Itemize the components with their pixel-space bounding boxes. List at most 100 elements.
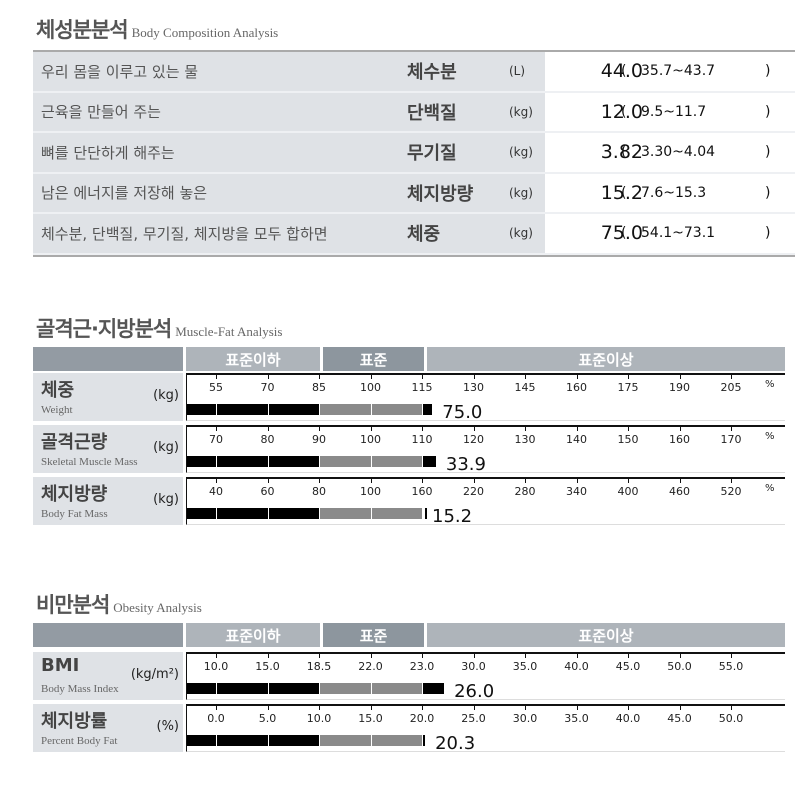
tick-mark	[679, 654, 681, 658]
tick-label: 20.0	[409, 712, 435, 725]
bar-row-label: 골격근량 Skeletal Muscle Mass (kg)	[33, 425, 183, 473]
tick-mark	[628, 427, 629, 431]
tick-mark	[628, 706, 629, 710]
tick-mark	[679, 375, 681, 379]
tick-mark	[628, 479, 629, 483]
tick-mark	[731, 479, 732, 483]
tick-mark	[473, 427, 475, 431]
tick-mark	[576, 654, 578, 658]
bar-segment-normal	[320, 735, 371, 746]
bar-row: 골격근량 Skeletal Muscle Mass (kg) 70 80 90 …	[33, 425, 785, 475]
tick-mark	[525, 654, 526, 658]
bar-segment-normal	[371, 404, 422, 415]
bar-segment-below	[268, 508, 319, 519]
tick-label: 22.0	[358, 660, 383, 673]
row-description: 뼈를 단단하게 해주는	[41, 143, 175, 162]
tick-label: 140	[566, 433, 587, 446]
tick-label: 220	[463, 485, 484, 498]
tick-mark	[731, 427, 732, 431]
bar-row: 체지방량 Body Fat Mass (kg) 40 60 80 100 160…	[33, 477, 785, 527]
tick-mark	[267, 479, 269, 483]
tick-label: 110	[411, 433, 433, 446]
row-unit: (kg)	[509, 104, 533, 119]
metric-unit: (kg)	[153, 440, 179, 455]
obesity-title: 비만분석 Obesity Analysis	[36, 593, 202, 617]
band-above-normal: 표준이상	[427, 347, 785, 371]
bar-segment-below	[268, 456, 319, 467]
metric-name-en: Body Fat Mass	[41, 508, 108, 520]
tick-label: 50.0	[718, 712, 744, 725]
tick-mark	[473, 706, 475, 710]
composition-row: 근육을 만들어 주는 단백질 (kg) 12.0 9.5~11.7	[33, 92, 795, 133]
metric-unit: (kg)	[153, 492, 179, 507]
bar-segment-below	[217, 508, 268, 519]
tick-mark	[628, 654, 629, 658]
bar-segment-below	[217, 404, 268, 415]
tick-label: 45.0	[615, 660, 641, 673]
tick-mark	[370, 654, 372, 658]
band-normal: 표준	[323, 347, 424, 371]
metric-name-ko: 체지방률	[41, 711, 108, 732]
tick-mark	[576, 375, 578, 379]
tick-label: 100	[360, 433, 381, 446]
bar-segment-normal	[320, 456, 371, 467]
tick-label: 30.0	[512, 712, 538, 725]
tick-label: 280	[514, 485, 536, 498]
tick-mark	[473, 375, 475, 379]
tick-mark	[422, 479, 423, 483]
bar-segment-below	[187, 735, 216, 746]
tick-label: 340	[566, 485, 587, 498]
bar-row-label: BMI Body Mass Index (kg/m²)	[33, 652, 183, 700]
metric-name-ko: 골격근량	[41, 432, 108, 453]
row-name: 단백질	[407, 102, 457, 124]
band-below-normal: 표준이하	[186, 347, 320, 371]
tick-mark	[525, 706, 526, 710]
tick-label: 55	[209, 381, 223, 394]
tick-label: 50.0	[667, 660, 692, 673]
row-normal-range: 9.5~11.7	[621, 104, 771, 120]
metric-name-ko: 체중	[41, 380, 75, 401]
tick-label: 45.0	[667, 712, 692, 725]
tick-mark	[679, 706, 681, 710]
tick-label: 160	[669, 433, 690, 446]
tick-mark	[731, 375, 732, 379]
tick-label: 40.0	[564, 660, 589, 673]
tick-label: 60	[260, 485, 275, 498]
tick-label: 80	[260, 433, 275, 446]
tick-label: 15.0	[255, 660, 280, 673]
tick-mark	[370, 375, 372, 379]
tick-label: 10.0	[203, 660, 229, 673]
tick-label: 170	[720, 433, 742, 446]
metric-value: 15.2	[432, 506, 473, 527]
row-description: 우리 몸을 이루고 있는 물	[41, 62, 199, 81]
tick-label: 190	[669, 381, 690, 394]
row-normal-range: 3.30~4.04	[621, 144, 771, 160]
composition-title: 체성분분석 Body Composition Analysis	[36, 18, 279, 42]
tick-label: 35.0	[512, 660, 538, 673]
tick-label: 70	[209, 433, 223, 446]
row-name: 무기질	[407, 143, 457, 165]
row-description: 체수분, 단백질, 무기질, 체지방을 모두 합하면	[41, 224, 328, 243]
row-unit: (L)	[509, 64, 526, 79]
tick-label: 40.0	[615, 712, 641, 725]
tick-label: 40	[209, 485, 223, 498]
tick-label: 70	[260, 381, 275, 394]
band-normal: 표준	[323, 623, 424, 647]
tick-unit: %	[765, 483, 775, 494]
composition-row: 남은 에너지를 저장해 놓은 체지방량 (kg) 15.2 7.6~15.3	[33, 173, 795, 214]
tick-label: 5.0	[258, 712, 277, 725]
bar-segment-normal	[371, 456, 422, 467]
bar-segment-below	[217, 683, 268, 694]
bar-row: BMI Body Mass Index (kg/m²) 10.0 15.0 18…	[33, 652, 785, 702]
tick-label: 130	[463, 381, 484, 394]
row-normal-range: 7.6~15.3	[621, 185, 771, 201]
tick-label: 460	[669, 485, 690, 498]
tick-mark	[525, 479, 526, 483]
metric-unit: (kg)	[153, 388, 179, 403]
row-description: 근육을 만들어 주는	[41, 103, 161, 122]
tick-mark	[267, 654, 269, 658]
tick-mark	[525, 427, 526, 431]
metric-name-en: Weight	[41, 404, 73, 416]
tick-label: 160	[411, 485, 433, 498]
tick-label: 130	[514, 433, 536, 446]
